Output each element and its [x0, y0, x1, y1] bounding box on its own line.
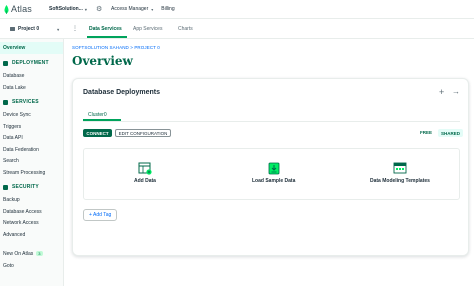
services-icon — [3, 99, 8, 105]
download-icon — [268, 162, 280, 175]
add-tag-button[interactable]: + Add Tag — [83, 209, 118, 221]
more-options-icon[interactable]: ⋮ — [72, 25, 78, 32]
database-icon — [3, 60, 8, 66]
gear-icon[interactable]: ⚙ — [96, 6, 103, 13]
sidebar-item-search[interactable]: Search — [3, 158, 19, 164]
sidebar-section-services: SERVICES — [3, 99, 39, 105]
sidebar-item-data-lake[interactable]: Data Lake — [3, 85, 26, 91]
sidebar-item-network-access[interactable]: Network Access — [3, 220, 39, 226]
sidebar-section-deployment: DEPLOYMENT — [3, 60, 49, 66]
database-deployments-card: Database Deployments + → Cluster0 CONNEC… — [72, 78, 469, 256]
add-data-label: Add Data — [134, 178, 156, 184]
sidebar-item-backup[interactable]: Backup — [3, 197, 20, 203]
page-title: Overview — [72, 54, 133, 68]
data-modeling-templates-label: Data Modeling Templates — [370, 178, 430, 184]
logo-text: Atlas — [11, 4, 33, 14]
tab-cluster0[interactable]: Cluster0 — [88, 112, 107, 118]
card-title: Database Deployments — [83, 89, 161, 96]
breadcrumb[interactable]: SOFTSOLUTION SAHAND > PROJECT 0 — [72, 45, 160, 50]
sidebar-item-data-federation[interactable]: Data Federation — [3, 147, 39, 153]
main-content: SOFTSOLUTION SAHAND > PROJECT 0 Overview… — [64, 39, 474, 286]
data-modeling-templates-action[interactable]: Data Modeling Templates — [370, 161, 430, 184]
sidebar-item-data-api[interactable]: Data API — [3, 135, 23, 141]
cluster-type-badge: SHARED — [438, 129, 464, 137]
top-navigation-bar: Atlas SoftSolution... ▾ ⚙ Access Manager… — [0, 0, 474, 19]
sidebar-section-security: SECURITY — [3, 184, 39, 190]
tab-data-services[interactable]: Data Services — [89, 26, 122, 32]
tab-app-services[interactable]: App Services — [133, 26, 162, 32]
tier-badge: FREE — [420, 130, 433, 135]
add-deployment-icon[interactable]: + — [439, 87, 444, 97]
sidebar-item-stream-processing[interactable]: Stream Processing — [3, 170, 45, 176]
chevron-down-icon: ▾ — [84, 6, 87, 12]
access-manager-label: Access Manager — [111, 6, 149, 12]
billing-link[interactable]: Billing — [161, 6, 174, 12]
sidebar: Overview DEPLOYMENT Database Data Lake S… — [0, 39, 64, 286]
project-selector[interactable]: Project 0 ▾ — [10, 26, 59, 32]
org-selector[interactable]: SoftSolution... ▾ — [49, 6, 93, 12]
project-name: Project 0 — [18, 26, 40, 32]
arrow-right-icon[interactable]: → — [452, 87, 460, 96]
edit-configuration-button[interactable]: EDIT CONFIGURATION — [115, 129, 171, 137]
tab-charts[interactable]: Charts — [178, 26, 193, 32]
sidebar-item-device-sync[interactable]: Device Sync — [3, 112, 31, 118]
access-manager-menu[interactable]: Access Manager ▾ — [111, 6, 153, 12]
atlas-logo[interactable]: Atlas — [4, 4, 42, 14]
notification-badge: 3 — [36, 251, 43, 256]
sidebar-item-advanced[interactable]: Advanced — [3, 232, 25, 238]
sidebar-item-goto[interactable]: Goto — [3, 263, 14, 269]
sidebar-item-new-on-atlas[interactable]: New On Atlas 3 — [3, 251, 43, 257]
load-sample-data-action[interactable]: Load Sample Data — [252, 161, 295, 184]
org-name: SoftSolution... — [49, 6, 83, 12]
chevron-down-icon: ▾ — [57, 26, 60, 32]
sidebar-item-overview-label[interactable]: Overview — [3, 45, 25, 51]
active-tab-indicator — [87, 36, 127, 38]
lock-icon — [3, 184, 8, 190]
sidebar-item-database-access[interactable]: Database Access — [3, 209, 42, 215]
billing-label: Billing — [161, 6, 175, 12]
chevron-down-icon: ▾ — [151, 6, 154, 12]
table-add-icon — [138, 162, 152, 175]
project-bar: Project 0 ▾ ⋮ Data Services App Services… — [0, 19, 474, 39]
divider — [83, 121, 460, 122]
folder-icon — [10, 27, 15, 31]
connect-button[interactable]: CONNECT — [83, 129, 112, 137]
sidebar-item-database[interactable]: Database — [3, 73, 24, 79]
cluster-actions-panel: Add Data Load Sample Data Data Modeling … — [83, 148, 460, 200]
mongodb-leaf-icon — [4, 4, 9, 14]
add-data-action[interactable]: Add Data — [134, 161, 156, 184]
template-grid-icon — [393, 162, 407, 174]
load-sample-data-label: Load Sample Data — [252, 178, 296, 184]
sidebar-item-triggers[interactable]: Triggers — [3, 124, 21, 130]
